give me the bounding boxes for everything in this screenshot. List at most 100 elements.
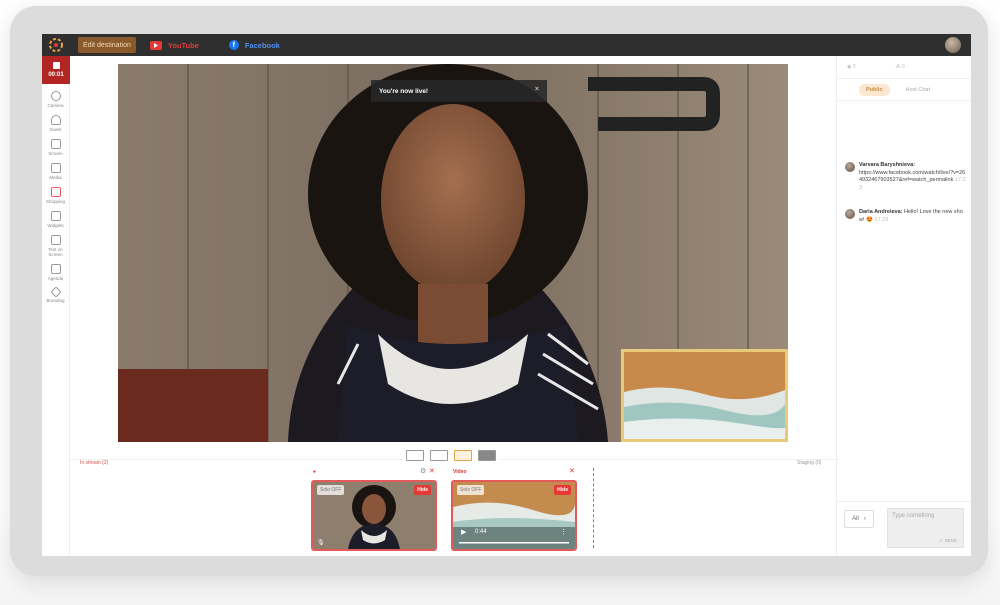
reactions-value: 0 — [901, 64, 905, 70]
chat-input-placeholder: Type something — [892, 513, 935, 519]
sidebar-item-branding[interactable]: Branding — [42, 286, 69, 303]
chat-author: Varvara Baryshnieva: — [859, 162, 915, 168]
viewers-value: 0 — [852, 64, 856, 70]
microphone-icon[interactable]: 🎙 — [317, 539, 325, 546]
picture-in-picture-video[interactable] — [621, 349, 788, 442]
app-screen: Edit destination YouTube f Facebook 00:0… — [42, 34, 971, 556]
chat-message-input[interactable]: Type something ☺ SEND — [887, 508, 964, 548]
sidebar-item-widgets[interactable]: Widgets — [42, 211, 69, 228]
stop-recording-button[interactable]: 00:01 — [42, 56, 70, 84]
chat-message-body: Daria Andreieva: Hello! Love the new sho… — [859, 209, 967, 224]
close-icon[interactable]: ✕ — [429, 467, 435, 475]
chat-time: 17:23 — [874, 216, 889, 223]
chat-message: Daria Andreieva: Hello! Love the new sho… — [845, 209, 967, 224]
layout-split-icon[interactable] — [406, 450, 424, 461]
more-options-icon[interactable]: ⋮ — [560, 528, 567, 536]
camera-tile-icon: ● — [313, 469, 317, 475]
destination-label: Facebook — [244, 40, 280, 50]
stream-staging-divider — [593, 468, 594, 548]
sidebar-item-camera[interactable]: Camera — [42, 91, 69, 108]
chat-text[interactable]: https://www.facebook.com/watch/live/?v=2… — [859, 170, 965, 184]
gear-icon[interactable]: ⚙ — [420, 467, 426, 475]
layout-pip-icon[interactable] — [454, 450, 472, 461]
layout-fullscreen-icon[interactable] — [478, 450, 496, 461]
branding-icon — [49, 286, 62, 298]
media-icon — [50, 163, 61, 173]
sidebar-item-label: Guest — [49, 127, 62, 132]
edit-destination-button[interactable]: Edit destination — [78, 37, 136, 53]
stop-icon — [52, 62, 60, 69]
close-icon[interactable]: ✕ — [569, 467, 575, 475]
audience-filter-dropdown[interactable]: All › — [844, 510, 874, 528]
sidebar-item-label: Branding — [46, 298, 65, 303]
chevron-right-icon: › — [863, 516, 866, 522]
chat-message: Varvara Baryshnieva: https://www.faceboo… — [845, 162, 967, 192]
app-logo-icon — [42, 34, 70, 56]
camera-tile[interactable]: Solo OFF Hide 🎙 — [311, 480, 437, 551]
chat-tabs: Public Host Chat — [837, 79, 971, 101]
avatar — [845, 162, 855, 172]
sidebar-item-media[interactable]: Media — [42, 163, 69, 180]
device-frame: Edit destination YouTube f Facebook 00:0… — [10, 6, 988, 576]
text-icon — [50, 235, 61, 245]
sidebar-item-screen[interactable]: Screen — [42, 139, 69, 156]
sidebar-item-label: Text on Screen — [48, 247, 63, 257]
sidebar-item-label: Widgets — [47, 223, 64, 228]
tab-public[interactable]: Public — [859, 83, 890, 96]
left-sidebar: 00:01 Camera Guest Screen Media Shopping — [42, 56, 70, 556]
video-tile-label: Video — [453, 469, 467, 475]
tab-host-chat[interactable]: Host Chat — [900, 84, 936, 96]
eye-icon: ◉ — [847, 64, 852, 70]
user-avatar[interactable] — [945, 37, 961, 53]
toast-message: You're now live! — [379, 87, 429, 95]
in-stream-label: In stream (2) — [80, 460, 109, 466]
live-stage-video[interactable]: You're now live! × — [118, 64, 788, 442]
sidebar-item-label: Screen — [48, 151, 63, 156]
sidebar-item-label: Shopping — [45, 199, 66, 204]
ocean-video-thumbnail — [624, 352, 785, 439]
destination-facebook[interactable]: f Facebook — [228, 40, 280, 50]
destination-youtube[interactable]: YouTube — [149, 40, 199, 50]
layout-side-by-side-icon[interactable] — [430, 450, 448, 461]
sidebar-item-label: Camera — [47, 103, 64, 108]
sidebar-item-agenda[interactable]: Agenda — [42, 264, 69, 281]
reactions-icon: ⁂ — [895, 64, 901, 70]
chat-input-area: All › Type something ☺ SEND — [837, 501, 971, 556]
top-bar: Edit destination YouTube f Facebook — [42, 34, 971, 56]
agenda-icon — [50, 264, 61, 274]
screen-icon — [50, 139, 61, 149]
chat-message-body: Varvara Baryshnieva: https://www.faceboo… — [859, 162, 967, 192]
destination-label: YouTube — [167, 40, 199, 50]
live-timer: 00:01 — [48, 72, 64, 78]
sidebar-item-shopping[interactable]: Shopping — [42, 187, 69, 204]
sidebar-item-text-on-screen[interactable]: Text on Screen — [42, 235, 69, 257]
viewers-count: ◉ 0 — [847, 64, 856, 70]
avatar — [845, 209, 855, 219]
chat-stats: ◉ 0 ⁂ 0 — [837, 56, 971, 79]
chat-panel: ◉ 0 ⁂ 0 Public Host Chat Varvara Baryshn… — [836, 56, 971, 556]
facebook-icon: f — [228, 40, 239, 50]
close-icon[interactable]: × — [535, 86, 539, 93]
staging-label: Staging (0) — [797, 460, 822, 466]
widgets-icon — [50, 211, 61, 221]
guest-icon — [50, 115, 61, 125]
hide-button[interactable]: Hide — [414, 485, 431, 495]
solo-toggle[interactable]: Solo OFF — [457, 485, 485, 495]
layout-selector — [402, 448, 500, 463]
video-tile[interactable]: Solo OFF Hide ▶ 0:44 ⋮ — [451, 480, 577, 551]
chat-author: Daria Andreieva: — [859, 209, 903, 215]
solo-toggle[interactable]: Solo OFF — [317, 485, 345, 495]
scene-tiles-area: In stream (2) Staging (0) ● ⚙ ✕ Solo OFF… — [70, 448, 836, 556]
sidebar-item-label: Media — [49, 175, 62, 180]
shopping-icon — [50, 187, 61, 197]
send-label: SEND — [944, 538, 957, 543]
camera-icon — [50, 91, 61, 101]
send-button[interactable]: ☺ SEND — [939, 538, 957, 543]
reactions-count: ⁂ 0 — [896, 64, 905, 70]
video-time: 0:44 — [475, 529, 487, 535]
play-icon[interactable]: ▶ — [461, 528, 466, 536]
youtube-icon — [149, 40, 162, 50]
sidebar-item-label: Agenda — [47, 276, 64, 281]
sidebar-item-guest[interactable]: Guest — [42, 115, 69, 132]
hide-button[interactable]: Hide — [554, 485, 571, 495]
